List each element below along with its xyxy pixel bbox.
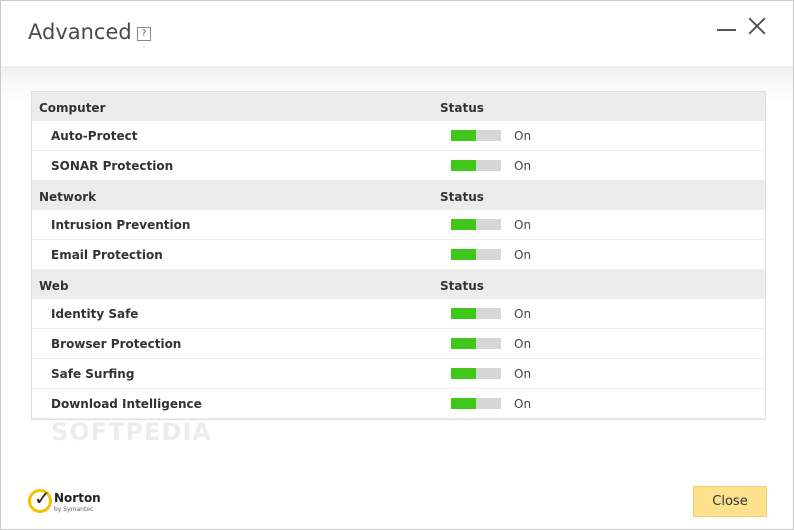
status-text: On xyxy=(514,218,532,232)
logo-subtitle: by Symantec xyxy=(54,506,94,513)
status-column-header: Status xyxy=(440,190,484,204)
status-bar-fill xyxy=(451,338,476,349)
feature-label: Email Protection xyxy=(51,248,163,262)
group-name: Web xyxy=(39,279,69,293)
help-icon[interactable]: ? xyxy=(137,27,151,41)
status-toggle-bar[interactable] xyxy=(451,249,501,260)
group-name: Computer xyxy=(39,101,106,115)
feature-label: SONAR Protection xyxy=(51,159,174,173)
status-text: On xyxy=(514,307,532,321)
feature-row[interactable]: Browser Protection On xyxy=(32,329,765,359)
status-toggle-bar[interactable] xyxy=(451,219,501,230)
feature-row[interactable]: Intrusion Prevention On xyxy=(32,210,765,240)
norton-check-icon xyxy=(28,486,52,513)
dialog-footer: Norton by Symantec Close xyxy=(1,466,793,529)
feature-row[interactable]: SONAR Protection On xyxy=(32,151,765,181)
status-column-header: Status xyxy=(440,279,484,293)
feature-row[interactable]: Auto-Protect On xyxy=(32,121,765,151)
watermark: SOFTPEDIA xyxy=(51,418,212,446)
norton-logo: Norton by Symantec xyxy=(28,486,101,519)
advanced-dialog: Advanced ? Computer Status Auto-Protect On S… xyxy=(0,0,794,530)
dialog-title: Advanced xyxy=(28,20,132,44)
status-text: On xyxy=(514,367,532,381)
dialog-header: Advanced ? xyxy=(1,1,793,66)
features-table: Computer Status Auto-Protect On SONAR Protec… xyxy=(31,91,766,420)
status-bar-fill xyxy=(451,130,476,141)
feature-label: Auto-Protect xyxy=(51,129,138,143)
status-bar-fill xyxy=(451,368,476,379)
status-text: On xyxy=(514,397,532,411)
status-text: On xyxy=(514,337,532,351)
status-bar-fill xyxy=(451,308,476,319)
feature-label: Browser Protection xyxy=(51,337,182,351)
status-toggle-bar[interactable] xyxy=(451,308,501,319)
status-bar-fill xyxy=(451,219,476,230)
group-header: Web Status xyxy=(32,270,765,299)
feature-row[interactable]: Email Protection On xyxy=(32,240,765,270)
status-column-header: Status xyxy=(440,101,484,115)
status-toggle-bar[interactable] xyxy=(451,160,501,171)
status-toggle-bar[interactable] xyxy=(451,368,501,379)
group-header: Computer Status xyxy=(32,92,765,121)
feature-label: Download Intelligence xyxy=(51,397,202,411)
close-icon[interactable] xyxy=(746,15,768,37)
feature-label: Identity Safe xyxy=(51,307,139,321)
feature-row[interactable]: Safe Surfing On xyxy=(32,359,765,389)
minimize-icon[interactable] xyxy=(715,15,737,37)
status-bar-fill xyxy=(451,160,476,171)
status-toggle-bar[interactable] xyxy=(451,130,501,141)
feature-row[interactable]: Identity Safe On xyxy=(32,299,765,329)
feature-label: Safe Surfing xyxy=(51,367,135,381)
content-area: Computer Status Auto-Protect On SONAR Protec… xyxy=(1,66,793,466)
status-text: On xyxy=(514,248,532,262)
status-bar-fill xyxy=(451,398,476,409)
status-bar-fill xyxy=(451,249,476,260)
feature-label: Intrusion Prevention xyxy=(51,218,191,232)
group-name: Network xyxy=(39,190,97,204)
status-text: On xyxy=(514,159,532,173)
status-toggle-bar[interactable] xyxy=(451,398,501,409)
feature-row[interactable]: Download Intelligence On xyxy=(32,389,765,419)
status-toggle-bar[interactable] xyxy=(451,338,501,349)
group-header: Network Status xyxy=(32,181,765,210)
close-button[interactable]: Close xyxy=(693,486,767,517)
status-text: On xyxy=(514,129,532,143)
logo-name: Norton xyxy=(54,491,101,505)
